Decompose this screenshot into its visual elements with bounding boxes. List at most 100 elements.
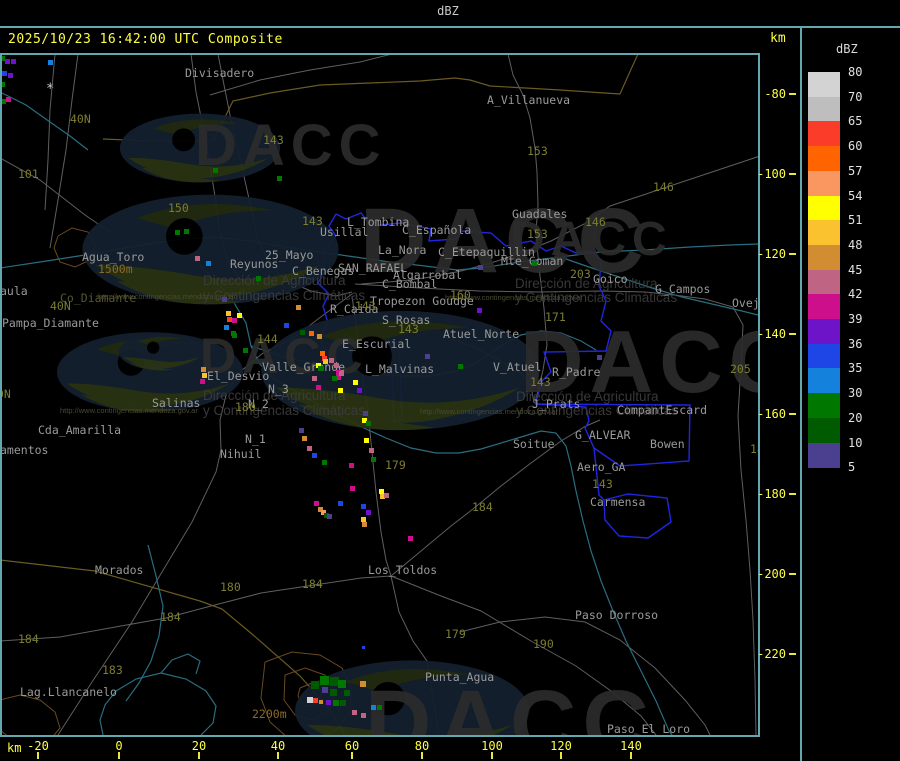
radar-echo: [338, 501, 343, 506]
radar-echo: [371, 457, 376, 462]
legend-color-block: [808, 393, 840, 419]
radar-echo: [532, 261, 537, 266]
radar-echo: [2, 82, 5, 87]
bottom-axis-tick: [491, 752, 493, 759]
legend-value-label: 45: [848, 262, 863, 277]
radar-echo: [338, 388, 343, 393]
radar-echo: [369, 448, 374, 453]
radar-echo: [408, 536, 413, 541]
radar-echo: [206, 261, 211, 266]
radar-echo: [300, 330, 305, 335]
radar-echo: [366, 510, 371, 515]
bottom-axis-tick: [118, 752, 120, 759]
radar-echo: [339, 371, 344, 376]
radar-echo: [322, 687, 328, 693]
radar-echo: [323, 359, 328, 364]
bottom-axis-tick-label: 20: [191, 739, 207, 753]
map-border-bottom: [0, 735, 760, 737]
radar-echo: [299, 428, 304, 433]
radar-echo: [338, 680, 346, 688]
radar-echo: [184, 229, 189, 234]
radar-echo: [597, 355, 602, 360]
radar-echoes-layer: [2, 55, 758, 735]
legend-color-block: [808, 121, 840, 147]
right-axis-tick: [789, 333, 796, 335]
legend-color-block: [808, 195, 840, 221]
radar-echo: [6, 97, 11, 102]
radar-echo: [307, 446, 312, 451]
radar-echo: [277, 176, 282, 181]
radar-echo: [8, 73, 13, 78]
radar-echo: [327, 514, 332, 519]
radar-map-view[interactable]: DACCDACCDACCDACCDACCDACCDirección de Agr…: [2, 55, 758, 735]
legend-value-label: 51: [848, 213, 863, 228]
bottom-axis-tick: [351, 752, 353, 759]
legend-value-label: 70: [848, 89, 863, 104]
radar-echo: [332, 376, 337, 381]
legend-value-label: 5: [848, 460, 856, 475]
radar-echo: [361, 504, 366, 509]
radar-echo: [317, 334, 322, 339]
legend-value-label: 54: [848, 188, 863, 203]
legend-color-block: [808, 417, 840, 443]
radar-echo: [231, 331, 236, 336]
timestamp-label: 2025/10/23 16:42:00 UTC Composite: [8, 32, 283, 47]
radar-echo: [477, 308, 482, 313]
legend-title: dBZ: [836, 42, 858, 56]
legend-color-block: [808, 343, 840, 369]
legend-value-label: 65: [848, 114, 863, 129]
legend-value-label: 57: [848, 163, 863, 178]
legend-value-label: 35: [848, 361, 863, 376]
legend-color-block: [808, 244, 840, 271]
radar-echo: [312, 453, 317, 458]
right-axis-unit: km: [770, 31, 786, 46]
bottom-axis-tick-label: 120: [550, 739, 572, 753]
radar-echo: [364, 438, 369, 443]
legend-color-block: [808, 442, 840, 468]
radar-echo: [319, 700, 323, 704]
radar-echo: [362, 646, 365, 649]
radar-echo: [425, 354, 430, 359]
legend-color-block: [808, 72, 840, 98]
radar-echo: [222, 297, 227, 302]
legend-color-block: [808, 319, 840, 345]
bottom-axis-tick: [198, 752, 200, 759]
bottom-axis-tick-label: -20: [27, 739, 49, 753]
radar-echo: [340, 700, 346, 706]
radar-echo: [363, 411, 368, 416]
radar-echo: [224, 325, 229, 330]
legend-color-block: [808, 170, 840, 196]
radar-echo: [320, 676, 329, 685]
radar-echo: [195, 256, 200, 261]
legend-divider: [800, 27, 802, 761]
radar-echo: [326, 700, 331, 705]
radar-echo: [384, 493, 389, 498]
radar-echo: [330, 689, 337, 696]
bottom-axis-tick-label: 80: [414, 739, 430, 753]
radar-echo: [213, 168, 218, 173]
radar-echo: [316, 385, 321, 390]
radar-echo: [458, 364, 463, 369]
legend-color-block: [808, 220, 840, 246]
radar-echo: [349, 463, 354, 468]
bottom-axis-tick: [37, 752, 39, 759]
legend-value-label: 30: [848, 386, 863, 401]
radar-echo: [309, 331, 314, 336]
radar-echo: [377, 705, 382, 710]
radar-echo: [284, 323, 289, 328]
radar-echo: [202, 373, 207, 378]
radar-echo: [371, 705, 376, 710]
radar-echo: [360, 681, 366, 687]
radar-echo: [314, 501, 319, 506]
right-axis-tick: [789, 253, 796, 255]
legend-color-block: [808, 269, 840, 295]
radar-echo: [478, 265, 483, 270]
radar-echo: [322, 460, 327, 465]
bottom-axis-tick: [630, 752, 632, 759]
radar-composite-window: dBZ 2025/10/23 16:42:00 UTC Composite km…: [0, 0, 900, 761]
radar-echo: [362, 522, 367, 527]
radar-echo: [175, 230, 180, 235]
radar-echo: [200, 379, 205, 384]
right-axis-tick: [789, 493, 796, 495]
bottom-axis-tick: [560, 752, 562, 759]
